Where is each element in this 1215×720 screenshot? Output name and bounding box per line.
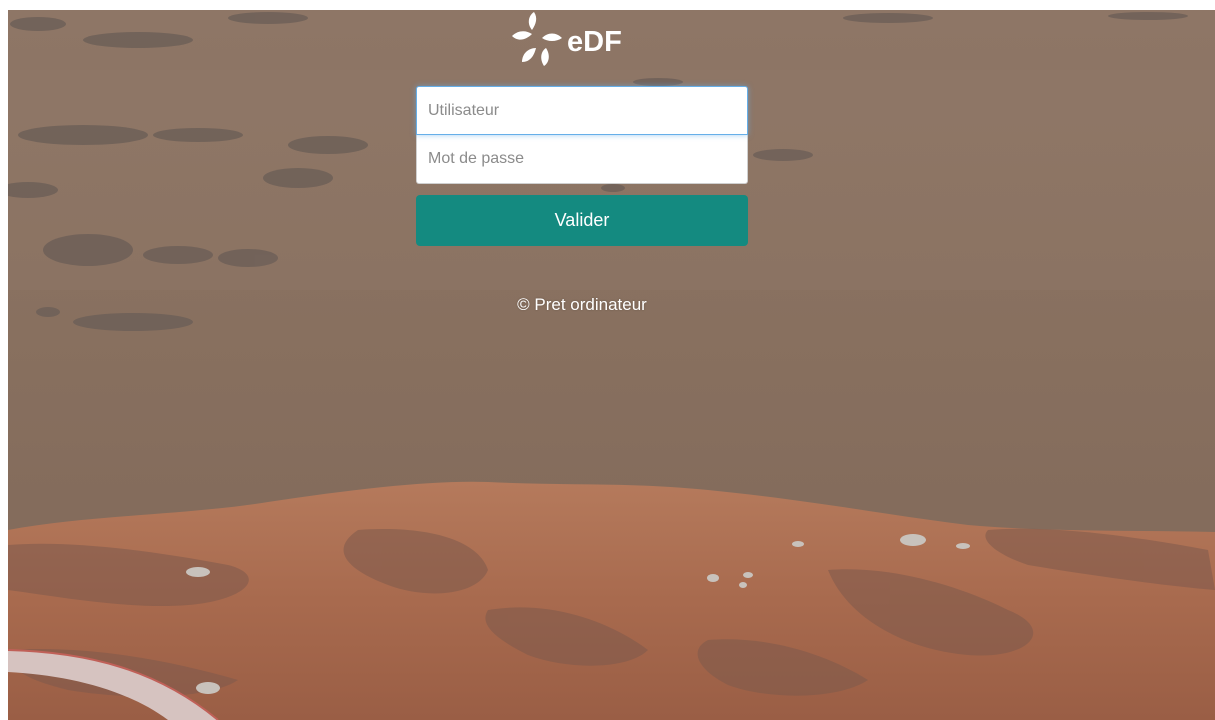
edf-logo-text: eDF: [567, 26, 622, 58]
footer-credit: © Pret ordinateur: [517, 295, 647, 314]
password-input[interactable]: [416, 135, 748, 184]
login-page: eDF Valider © Pret ordinateur: [0, 0, 1215, 720]
submit-button[interactable]: Valider: [416, 195, 748, 246]
edf-logo: eDF: [510, 10, 660, 74]
login-form: Valider: [416, 86, 748, 246]
edf-logo-mark: eDF: [512, 12, 622, 66]
username-input[interactable]: [416, 86, 748, 135]
